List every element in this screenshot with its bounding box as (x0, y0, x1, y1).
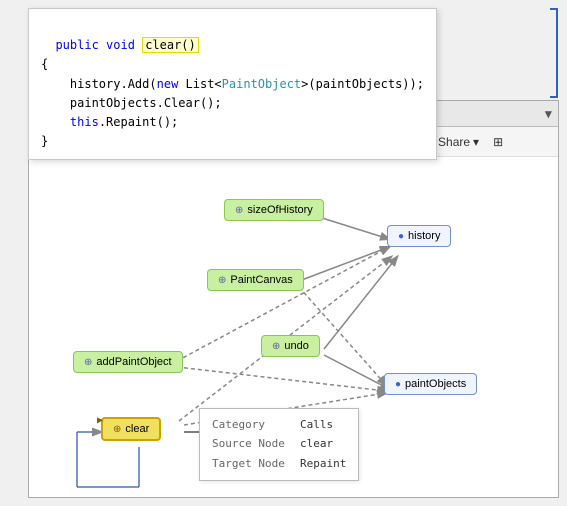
grid-button[interactable]: ⊞ (487, 133, 509, 151)
code-tooltip: public void clear() { history.Add(new Li… (28, 8, 437, 160)
code-brace-close: } (41, 134, 48, 148)
info-target-value: Repaint (300, 454, 346, 474)
node-label-undo: undo (284, 340, 308, 352)
info-row-target: Target Node Repaint (212, 454, 346, 474)
node-icon-clear: ⊕ (113, 424, 121, 435)
grid-icon: ⊞ (493, 135, 503, 149)
node-label-sizeofhistory: sizeOfHistory (247, 204, 312, 216)
info-target-label: Target Node (212, 454, 292, 474)
node-sizeofhistory[interactable]: ⊕ sizeOfHistory (224, 199, 324, 221)
node-paintobjects[interactable]: ● paintObjects (384, 373, 477, 395)
node-addpaintobject[interactable]: ⊕ addPaintObject (73, 351, 183, 373)
node-clear[interactable]: ⊕ clear (101, 417, 161, 441)
node-icon-undo: ⊕ (272, 341, 280, 352)
node-label-paintcanvas: PaintCanvas (230, 274, 292, 286)
window-dropdown[interactable]: ▼ (545, 107, 552, 121)
info-row-source: Source Node clear (212, 434, 346, 454)
info-source-label: Source Node (212, 434, 292, 454)
clear-pin-indicator: ▶ (97, 415, 103, 426)
code-keyword: public (55, 38, 98, 52)
node-icon-sizeofhistory: ⊕ (235, 205, 243, 216)
code-bracket-right (550, 8, 558, 98)
node-label-clear: clear (125, 423, 149, 435)
node-label-history: history (408, 230, 440, 242)
code-highlighted-method: clear() (142, 37, 199, 53)
node-icon-history: ● (398, 231, 404, 242)
node-undo[interactable]: ⊕ undo (261, 335, 320, 357)
share-dropdown-icon: ▾ (473, 135, 479, 149)
node-history[interactable]: ● history (387, 225, 451, 247)
code-line3-pre: history.Add(new List<PaintObject>(paintO… (70, 77, 424, 91)
info-row-category: Category Calls (212, 415, 346, 435)
info-category-label: Category (212, 415, 292, 435)
info-box: Category Calls Source Node clear Target … (199, 408, 359, 481)
share-label: Share (438, 135, 470, 149)
map-canvas[interactable]: ⊕ sizeOfHistory ● history ⊕ PaintCanvas … (29, 157, 558, 497)
code-brace-open: { (41, 57, 48, 71)
node-icon-paintcanvas: ⊕ (218, 275, 226, 286)
code-line5: this.Repaint(); (70, 115, 178, 129)
node-icon-paintobjects: ● (395, 379, 401, 390)
node-label-paintobjects: paintObjects (405, 378, 466, 390)
code-keyword-void: void (106, 38, 135, 52)
share-button[interactable]: Share ▾ (432, 133, 485, 151)
info-category-value: Calls (300, 415, 333, 435)
node-label-addpaintobject: addPaintObject (96, 356, 171, 368)
info-source-value: clear (300, 434, 333, 454)
node-icon-addpaintobject: ⊕ (84, 357, 92, 368)
code-line4: paintObjects.Clear(); (70, 96, 222, 110)
node-paintcanvas[interactable]: ⊕ PaintCanvas (207, 269, 304, 291)
